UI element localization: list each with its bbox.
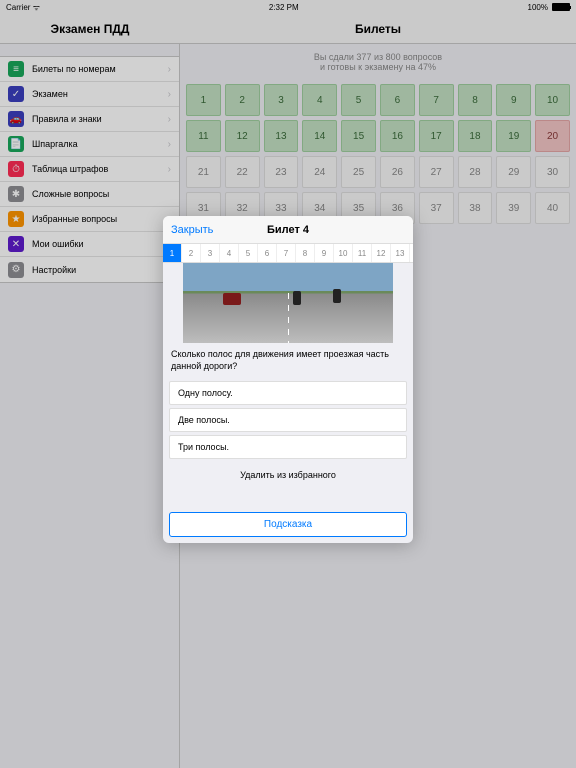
remove-favorite-button[interactable]: Удалить из избранного xyxy=(163,462,413,494)
question-image xyxy=(183,263,393,343)
question-number-strip: 12345678910111213 xyxy=(163,244,413,263)
answer-2[interactable]: Три полосы. xyxy=(169,435,407,459)
modal: Закрыть Билет 4 12345678910111213 Скольк… xyxy=(163,216,413,543)
question-text: Сколько полос для движения имеет проезжа… xyxy=(163,349,413,378)
question-num-1[interactable]: 1 xyxy=(163,244,182,262)
modal-overlay[interactable]: Закрыть Билет 4 12345678910111213 Скольк… xyxy=(0,0,576,768)
question-num-13[interactable]: 13 xyxy=(391,244,410,262)
question-num-11[interactable]: 11 xyxy=(353,244,372,262)
question-num-7[interactable]: 7 xyxy=(277,244,296,262)
question-num-8[interactable]: 8 xyxy=(296,244,315,262)
answer-1[interactable]: Две полосы. xyxy=(169,408,407,432)
question-num-10[interactable]: 10 xyxy=(334,244,353,262)
hint-button[interactable]: Подсказка xyxy=(169,512,407,537)
question-num-12[interactable]: 12 xyxy=(372,244,391,262)
question-num-9[interactable]: 9 xyxy=(315,244,334,262)
question-num-4[interactable]: 4 xyxy=(220,244,239,262)
close-button[interactable]: Закрыть xyxy=(163,224,213,236)
question-num-6[interactable]: 6 xyxy=(258,244,277,262)
question-num-2[interactable]: 2 xyxy=(182,244,201,262)
question-num-5[interactable]: 5 xyxy=(239,244,258,262)
question-num-3[interactable]: 3 xyxy=(201,244,220,262)
answer-0[interactable]: Одну полосу. xyxy=(169,381,407,405)
